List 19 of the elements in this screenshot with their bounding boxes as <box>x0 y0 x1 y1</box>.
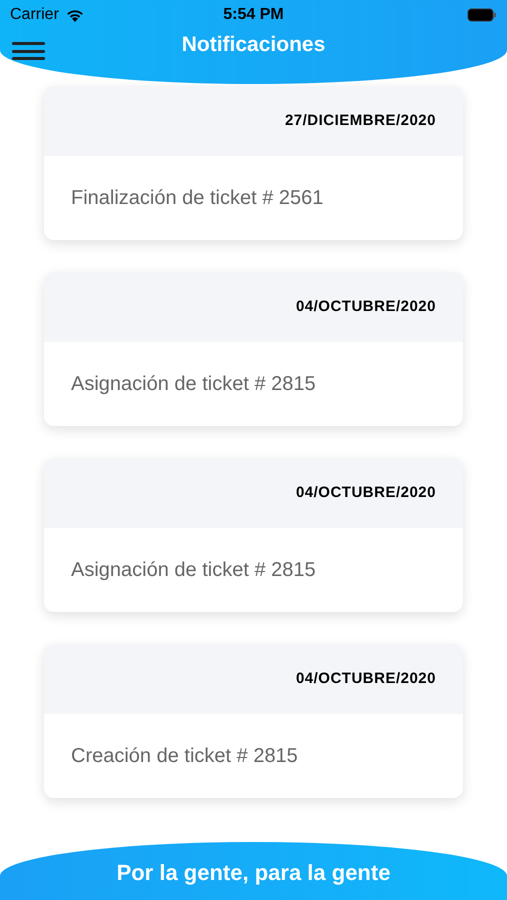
notification-card[interactable]: 04/OCTUBRE/2020 Asignación de ticket # 2815 <box>44 272 463 426</box>
notification-message: Creación de ticket # 2815 <box>71 744 298 769</box>
menu-button[interactable] <box>12 40 45 62</box>
footer-slogan: Por la gente, para la gente <box>116 858 390 887</box>
notification-date: 04/OCTUBRE/2020 <box>296 296 436 317</box>
battery-icon <box>467 8 497 22</box>
notification-card[interactable]: 04/OCTUBRE/2020 Creación de ticket # 2815 <box>44 644 463 798</box>
notification-card[interactable]: 04/OCTUBRE/2020 Asignación de ticket # 2815 <box>44 458 463 612</box>
notification-date: 04/OCTUBRE/2020 <box>296 668 436 689</box>
screen-title: Notificaciones <box>182 32 326 58</box>
notification-message: Asignación de ticket # 2815 <box>71 558 316 583</box>
notification-message: Finalización de ticket # 2561 <box>71 186 324 211</box>
wifi-icon <box>64 8 85 22</box>
carrier-label: Carrier <box>10 5 59 25</box>
notification-message: Asignación de ticket # 2815 <box>71 372 316 397</box>
notification-date: 27/DICIEMBRE/2020 <box>284 110 436 131</box>
clock-time: 5:54 PM <box>223 5 284 25</box>
notification-card[interactable]: 27/DICIEMBRE/2020 Finalización de ticket # 2561 <box>44 86 463 240</box>
notification-date: 04/OCTUBRE/2020 <box>296 482 436 503</box>
